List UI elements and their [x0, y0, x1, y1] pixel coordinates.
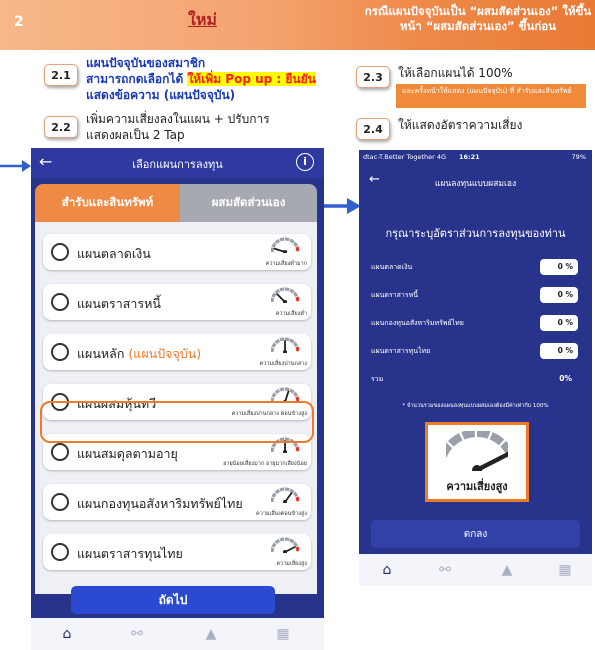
header-bar: 2 กรณีแผนปัจจุบันเป็น “ผสมสัดส่วนเอง” ให… — [0, 0, 595, 50]
note-2-3-line1: ให้เลือกแผนได้ 100% — [398, 66, 513, 80]
step-number: 2 — [14, 14, 24, 30]
allocation-row: แผนตราสารทุนไทย 0 % — [367, 340, 584, 362]
radio-button[interactable] — [51, 443, 69, 461]
right-screen-title: แผนลงทุนแบบผสมเอง — [434, 179, 517, 189]
plan-name: แผนตลาดเงิน — [77, 246, 151, 261]
risk-label: ความเสี่ยงปานกลาง — [259, 361, 307, 367]
current-plan-tag: (แผนปัจจุบัน) — [128, 346, 202, 361]
plan-name: แผนตราสารทุนไทย — [77, 546, 183, 561]
badge-2-2: 2.2 — [44, 116, 78, 138]
badge-2-3: 2.3 — [356, 66, 390, 88]
risk-label: ความเสี่ยงค่อนข้างสูง — [256, 511, 307, 517]
bell-icon[interactable]: ▲ — [499, 562, 515, 578]
allocation-prompt: กรุณาระบุอัตราส่วนการลงทุนของท่าน — [385, 227, 566, 240]
radio-button[interactable] — [51, 543, 69, 561]
plan-option[interactable]: แผนกองทุนอสังหาริมทรัพย์ไทยความเสี่ยงค่อ… — [43, 484, 311, 520]
bottom-nav-right: ⌂ ⚯ ▲ ▦ — [359, 554, 592, 586]
next-button[interactable]: ถัดไป — [71, 586, 275, 614]
allocation-label: แผนตราสารทุนไทย — [371, 347, 431, 355]
risk-gauge-icon — [271, 287, 299, 303]
plan-name: แผนสมดุลตามอายุ — [77, 446, 178, 461]
allocation-row: แผนกองทุนอสังหาริมทรัพย์ไทย 0 % — [367, 312, 584, 334]
radio-button[interactable] — [51, 343, 69, 361]
plan-list: แผนตลาดเงินความเสี่ยงต่ำมากแผนตราสารหนี้… — [35, 222, 317, 594]
allocation-row: แผนตลาดเงิน 0 % — [367, 256, 584, 278]
risk-gauge-icon — [271, 237, 299, 253]
notification-icon[interactable]: ⚯ — [437, 562, 453, 578]
clock: 16:21 — [459, 153, 480, 161]
ok-button[interactable]: ตกลง — [371, 520, 580, 548]
tab-custom-mix[interactable]: ผสมสัดส่วนเอง — [180, 184, 317, 222]
allocation-row: แผนตราสารหนี้ 0 % — [367, 284, 584, 306]
badge-2-4: 2.4 — [356, 118, 390, 140]
risk-gauge-icon — [271, 537, 299, 553]
allocation-input[interactable]: 0 % — [540, 315, 578, 331]
allocation-label: แผนตราสารหนี้ — [371, 291, 418, 299]
allocation-label: แผนกองทุนอสังหาริมทรัพย์ไทย — [371, 319, 464, 327]
header-note: กรณีแผนปัจจุบันเป็น “ผสมสัดส่วนเอง” ให้ข… — [364, 4, 592, 33]
note-2-1-line2: สามารถกดเลือกได้ ให้เพิ่ม Pop up : ยืนยั… — [86, 72, 316, 86]
carrier-label: dtac-T.Better Together 4G — [363, 153, 447, 161]
risk-gauge-icon — [271, 337, 299, 353]
note-2-4-line1: ให้แสดงอัตราความเสี่ยง — [398, 118, 523, 132]
right-phone-screen: dtac-T.Better Together 4G 16:21 79% ← แผ… — [359, 150, 592, 586]
risk-label: ความเสี่ยงสูง — [276, 561, 307, 567]
note-2-2-line1: เพิ่มความเสี่ยงลงในแผน + ปรับการ — [86, 112, 270, 126]
allocation-total-row: รวม 0% — [367, 368, 584, 390]
total-value: 0% — [559, 374, 572, 383]
radio-button[interactable] — [51, 243, 69, 261]
risk-label: อายุน้อยเสี่ยงมาก อายุมากเสี่ยงน้อย — [223, 461, 307, 467]
header-title: ใหม่ — [188, 10, 217, 29]
slide: 2 กรณีแผนปัจจุบันเป็น “ผสมสัดส่วนเอง” ให… — [0, 0, 595, 650]
allocation-label: แผนตลาดเงิน — [371, 263, 413, 271]
radio-button[interactable] — [51, 293, 69, 311]
bell-icon[interactable]: ▲ — [203, 626, 219, 642]
risk-label: ความเสี่ยงต่ำมาก — [265, 261, 307, 267]
note-2-1-highlight: ให้เพิ่ม Pop up : ยืนยัน — [187, 72, 316, 86]
plan-name: แผนกองทุนอสังหาริมทรัพย์ไทย — [77, 496, 243, 511]
note-2-1-line1: แผนปัจจุบันของสมาชิก — [86, 56, 206, 70]
left-phone-screen: ← เลือกแผนการลงทุน i สำรับและสินทรัพท์ ผ… — [31, 148, 324, 650]
risk-gauge-icon — [271, 487, 299, 503]
plan-option[interactable]: แผนตราสารหนี้ความเสี่ยงต่ำ — [43, 284, 311, 320]
plan-option[interactable]: แผนตลาดเงินความเสี่ยงต่ำมาก — [43, 234, 311, 270]
risk-level-label: ความเสี่ยงสูง — [446, 480, 508, 493]
grid-icon[interactable]: ▦ — [557, 562, 573, 578]
allocation-input[interactable]: 0 % — [540, 259, 578, 275]
risk-gauge-icon — [446, 431, 508, 471]
info-icon[interactable]: i — [296, 153, 314, 171]
note-2-3-subnote: และครั้งหน้าให้แสดง (แผนปัจจุบัน) ที่ สำ… — [396, 84, 586, 108]
plan-option[interactable]: แผนตราสารทุนไทยความเสี่ยงสูง — [43, 534, 311, 570]
status-bar: dtac-T.Better Together 4G 16:21 79% — [359, 150, 592, 164]
notification-icon[interactable]: ⚯ — [129, 626, 145, 642]
plan-option[interactable]: แผนหลัก (แผนปัจจุบัน) ความเสี่ยงปานกลาง — [43, 334, 311, 370]
risk-label: ความเสี่ยงต่ำ — [275, 311, 307, 317]
allocation-rule-note: * จำนวนรวมของแผนลงทุนแบบผสมเองต้องมีค่าเ… — [402, 403, 549, 409]
arrow-left-indicator — [0, 160, 31, 172]
plan-name: แผนหลัก (แผนปัจจุบัน) — [77, 346, 202, 361]
left-app-header: ← เลือกแผนการลงทุน i — [31, 148, 324, 178]
risk-level-card: ความเสี่ยงสูง — [425, 422, 529, 502]
tab-fund-and-assets[interactable]: สำรับและสินทรัพท์ — [35, 184, 180, 222]
home-icon[interactable]: ⌂ — [59, 626, 75, 642]
arrow-middle-indicator — [318, 198, 361, 214]
grid-icon[interactable]: ▦ — [275, 626, 291, 642]
plan-name: แผนตราสารหนี้ — [77, 296, 161, 311]
radio-button[interactable] — [51, 493, 69, 511]
battery-level: 79% — [571, 153, 586, 161]
note-2-1-line3: แสดงข้อความ (แผนปัจจุบัน) — [86, 88, 236, 102]
allocation-input[interactable]: 0 % — [540, 287, 578, 303]
left-screen-title: เลือกแผนการลงทุน — [132, 158, 223, 171]
current-plan-highlight — [40, 401, 314, 443]
note-2-2-line2: แสดงผลเป็น 2 Tap — [86, 128, 185, 142]
home-icon[interactable]: ⌂ — [379, 562, 395, 578]
total-label: รวม — [371, 375, 384, 383]
allocation-input[interactable]: 0 % — [540, 343, 578, 359]
badge-2-1: 2.1 — [44, 64, 78, 86]
bottom-nav-left: ⌂ ⚯ ▲ ▦ — [31, 618, 324, 650]
